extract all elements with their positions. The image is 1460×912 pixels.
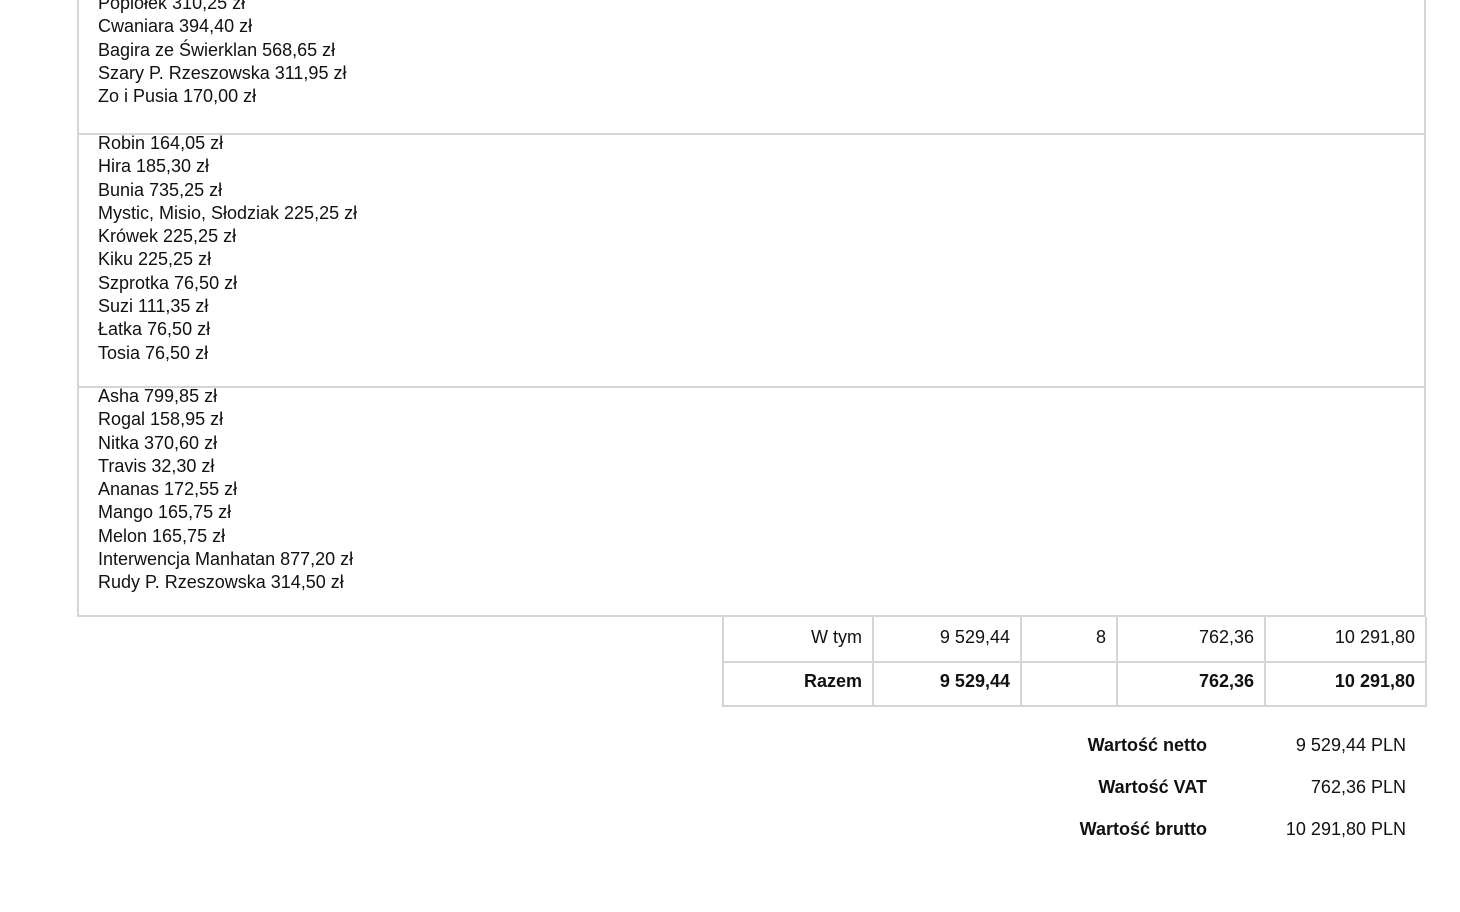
vat-rate-value [1022,661,1118,705]
item-line: Mango 165,75 zł [98,502,232,523]
item-line: Rogal 158,95 zł [98,409,224,430]
vat-rate-value: 8 [1022,617,1118,661]
item-line: Popiołek 310,25 zł [98,0,246,13]
item-line: Mystic, Misio, Słodziak 225,25 zł [98,202,358,223]
item-group-1: Popiołek 310,25 zł Cwaniara 394,40 zł Ba… [79,0,1424,135]
summary-brutto-row: Wartość brutto 10 291,80 PLN [1040,815,1410,857]
item-line: Ananas 172,55 zł [98,479,238,500]
item-line: Melon 165,75 zł [98,525,226,546]
totals-row-razem: Razem 9 529,44 762,36 10 291,80 [724,661,1425,705]
item-line: Robin 164,05 zł [98,133,224,153]
brutto-value: 10 291,80 [1334,671,1415,691]
summary-label: Wartość VAT [1098,777,1207,797]
vat-totals-table: W tym 9 529,44 8 762,36 10 291,80 Razem … [722,617,1427,707]
totals-row-w-tym: W tym 9 529,44 8 762,36 10 291,80 [724,617,1425,663]
item-list: Robin 164,05 zł Hira 185,30 zł Bunia 735… [98,132,357,365]
item-line: Cwaniara 394,40 zł [98,16,253,37]
item-line: Interwencja Manhatan 877,20 zł [98,549,354,570]
item-line: Kiku 225,25 zł [98,249,212,270]
vat-value: 762,36 [1118,661,1266,705]
item-list: Asha 799,85 zł Rogal 158,95 zł Nitka 370… [98,385,353,595]
summary-value: 10 291,80 PLN [1285,819,1406,839]
item-line: Rudy P. Rzeszowska 314,50 zł [98,572,344,593]
item-line: Asha 799,85 zł [98,386,218,406]
item-list: Popiołek 310,25 zł Cwaniara 394,40 zł Ba… [98,0,346,108]
invoice-summary: Wartość netto 9 529,44 PLN Wartość VAT 7… [1040,731,1410,857]
item-group-2: Robin 164,05 zł Hira 185,30 zł Bunia 735… [79,132,1424,388]
item-line: Tosia 76,50 zł [98,342,209,363]
item-line: Szary P. Rzeszowska 311,95 zł [98,62,347,83]
invoice-page: Popiołek 310,25 zł Cwaniara 394,40 zł Ba… [0,0,1460,912]
summary-value: 762,36 PLN [1310,777,1406,797]
item-line: Łatka 76,50 zł [98,319,211,340]
netto-value: 9 529,44 [874,617,1022,661]
item-line: Hira 185,30 zł [98,156,210,177]
brutto-value: 10 291,80 [1334,627,1415,647]
item-line: Szprotka 76,50 zł [98,272,238,293]
item-line: Nitka 370,60 zł [98,432,218,453]
summary-netto-row: Wartość netto 9 529,44 PLN [1040,731,1410,773]
summary-value: 9 529,44 PLN [1295,735,1406,755]
item-line: Bunia 735,25 zł [98,179,223,200]
item-line: Krówek 225,25 zł [98,226,237,247]
row-label: Razem [724,661,874,705]
row-label: W tym [724,617,874,661]
item-line: Travis 32,30 zł [98,455,215,476]
summary-vat-row: Wartość VAT 762,36 PLN [1040,773,1410,815]
summary-label: Wartość netto [1087,735,1207,755]
item-group-3: Asha 799,85 zł Rogal 158,95 zł Nitka 370… [79,385,1424,617]
item-line: Zo i Pusia 170,00 zł [98,86,257,107]
items-description-cell: Popiołek 310,25 zł Cwaniara 394,40 zł Ba… [77,0,1426,617]
item-line: Suzi 111,35 zł [98,296,209,317]
item-line: Bagira ze Świerklan 568,65 zł [98,39,336,60]
netto-value: 9 529,44 [874,661,1022,705]
summary-label: Wartość brutto [1079,819,1207,839]
vat-value: 762,36 [1118,617,1266,661]
